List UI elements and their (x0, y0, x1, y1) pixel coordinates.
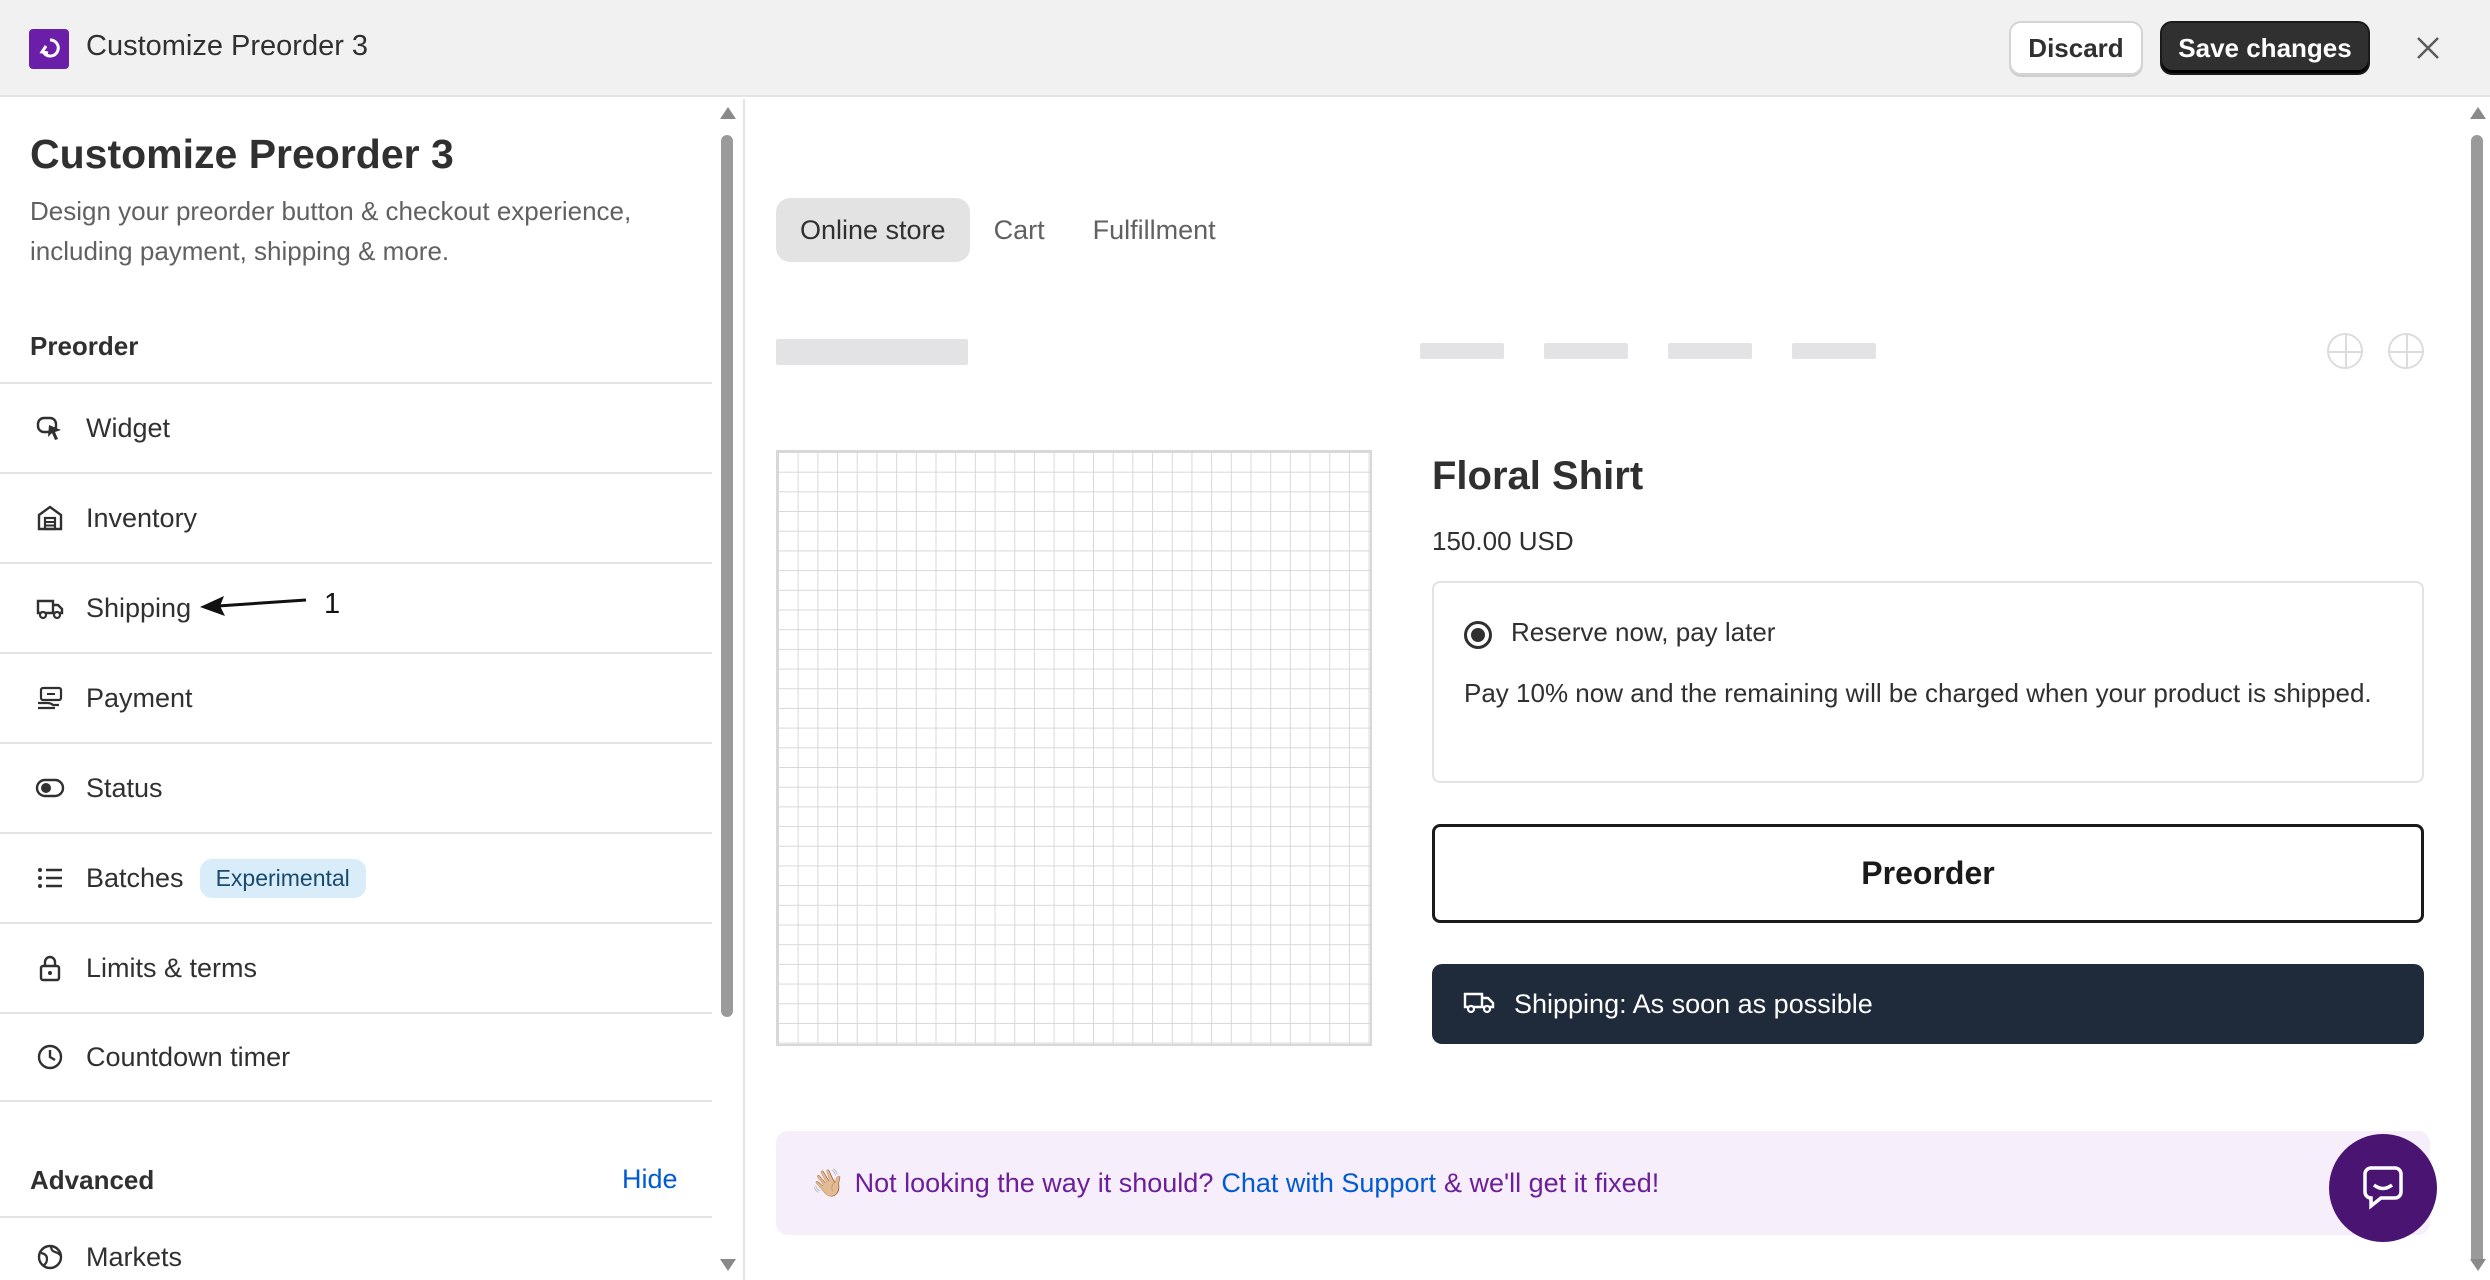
sidebar-item-markets[interactable]: Markets (32, 1239, 182, 1275)
sidebar-item-limits-terms[interactable]: Limits & terms (0, 922, 712, 1012)
close-icon[interactable] (2408, 28, 2448, 68)
settings-sidebar: Customize Preorder 3 Design your preorde… (0, 99, 745, 1280)
top-bar: Customize Preorder 3 Discard Save change… (0, 0, 2490, 97)
app-logo-icon (29, 29, 69, 69)
scroll-up-icon[interactable] (2470, 107, 2486, 119)
payment-description: Pay 10% now and the remaining will be ch… (1464, 678, 2372, 708)
product-image-placeholder (776, 450, 1372, 1046)
tab-fulfillment[interactable]: Fulfillment (1069, 198, 1240, 262)
sidebar-item-label: Payment (86, 682, 193, 713)
sidebar-item-payment[interactable]: Payment (0, 652, 712, 742)
chat-bubble-icon[interactable] (2329, 1134, 2437, 1242)
section-heading-advanced: Advanced (30, 1165, 155, 1195)
scrollbar-thumb[interactable] (721, 135, 733, 1017)
preorder-button[interactable]: Preorder (1432, 824, 2424, 923)
sidebar-item-batches[interactable]: Batches Experimental (0, 832, 712, 922)
sidebar-item-label: Markets (86, 1241, 183, 1272)
cash-hand-icon (32, 680, 68, 716)
discard-button[interactable]: Discard (2009, 21, 2143, 75)
globe-icon (32, 1239, 68, 1275)
support-text: Not looking the way it should? (854, 1167, 1214, 1198)
skeleton-nav-item (1420, 343, 1504, 359)
sidebar-item-label: Widget (86, 412, 171, 443)
skeleton-logo (776, 339, 968, 365)
list-icon (32, 860, 68, 896)
payment-option-label: Reserve now, pay later (1511, 617, 1776, 647)
annotation-number: 1 (324, 588, 341, 620)
product-price: 150.00 USD (1432, 526, 1574, 556)
support-banner: 👋🏼 Not looking the way it should? Chat w… (776, 1131, 2430, 1235)
annotation-arrow-icon (200, 596, 307, 616)
sidebar-item-widget[interactable]: Widget (0, 382, 712, 472)
payment-option-box[interactable]: Reserve now, pay later Pay 10% now and t… (1432, 581, 2424, 783)
cursor-click-icon (32, 410, 68, 446)
skeleton-nav-item (1668, 343, 1752, 359)
truck-icon (1462, 987, 1496, 1022)
tab-cart[interactable]: Cart (970, 198, 1069, 262)
sidebar-item-label: Shipping (86, 592, 192, 623)
radio-selected-icon[interactable] (1464, 621, 1492, 649)
hide-advanced-link[interactable]: Hide (622, 1164, 678, 1195)
preorder-nav: Widget Inventory Shipping 1 Payment Stat… (0, 382, 712, 1102)
sidebar-description: Design your preorder button & checkout e… (30, 196, 632, 266)
divider (0, 1216, 712, 1218)
warehouse-icon (32, 500, 68, 536)
placeholder-globe-icon (2388, 333, 2424, 369)
skeleton-nav-item (1792, 343, 1876, 359)
tab-online-store[interactable]: Online store (776, 198, 970, 262)
sidebar-scrollbar[interactable] (716, 99, 738, 1280)
preview-pane: Online store Cart Fulfillment Floral Shi… (747, 99, 2490, 1280)
sidebar-item-label: Countdown timer (86, 1041, 291, 1072)
lock-icon (32, 950, 68, 986)
sidebar-item-inventory[interactable]: Inventory (0, 472, 712, 562)
preview-scrollbar[interactable] (2466, 99, 2488, 1280)
preview-tabs: Online store Cart Fulfillment (776, 198, 1240, 262)
chat-with-support-link[interactable]: Chat with Support (1221, 1168, 1436, 1199)
product-title: Floral Shirt (1432, 454, 1644, 498)
scroll-down-icon[interactable] (720, 1259, 736, 1271)
experimental-badge: Experimental (199, 858, 366, 898)
scrollbar-thumb[interactable] (2471, 135, 2483, 1265)
skeleton-nav-item (1544, 343, 1628, 359)
waving-hand-icon: 👋🏼 (811, 1168, 845, 1198)
clock-icon (32, 1039, 68, 1075)
sidebar-item-label: Status (86, 772, 163, 803)
sidebar-item-status[interactable]: Status (0, 742, 712, 832)
sidebar-title: Customize Preorder 3 (30, 131, 454, 177)
sidebar-item-shipping[interactable]: Shipping 1 (0, 562, 712, 652)
sidebar-item-label: Batches (86, 862, 184, 893)
shipping-info-bar: Shipping: As soon as possible (1432, 964, 2424, 1044)
app-title: Customize Preorder 3 (86, 30, 369, 62)
save-changes-button[interactable]: Save changes (2160, 21, 2370, 75)
truck-icon (32, 590, 68, 626)
support-text-after: & we'll get it fixed! (1443, 1167, 1660, 1198)
sidebar-item-countdown-timer[interactable]: Countdown timer (0, 1012, 712, 1102)
scroll-down-icon[interactable] (2470, 1259, 2486, 1271)
toggle-icon (32, 770, 68, 806)
placeholder-globe-icon (2327, 333, 2363, 369)
scroll-up-icon[interactable] (720, 107, 736, 119)
shipping-text: Shipping: As soon as possible (1514, 988, 1873, 1019)
sidebar-item-label: Inventory (86, 502, 198, 533)
section-heading-preorder: Preorder (30, 331, 139, 361)
sidebar-item-label: Limits & terms (86, 952, 258, 983)
